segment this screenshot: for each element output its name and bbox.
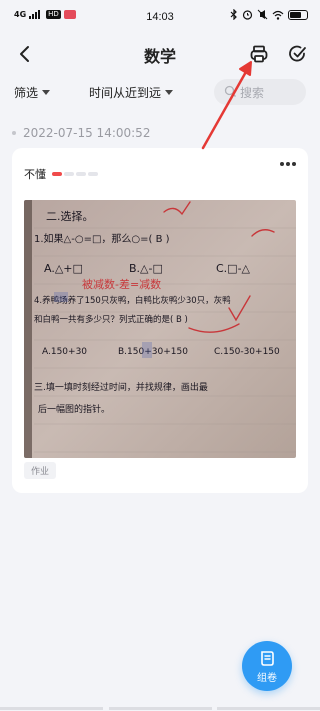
photo-option: A.△+□ bbox=[44, 262, 83, 275]
filter-row: 筛选 时间从近到远 搜索 bbox=[0, 76, 320, 108]
mastery-label: 不懂 bbox=[24, 168, 46, 181]
search-icon bbox=[224, 85, 236, 97]
question-photo[interactable]: 二.选择。 1.如果△-○=□，那么○=( B ) A.△+□ B.△-□ C.… bbox=[24, 200, 296, 458]
mute-icon bbox=[257, 9, 268, 20]
wifi-icon bbox=[272, 10, 284, 20]
search-placeholder: 搜索 bbox=[240, 85, 265, 100]
entry-tag[interactable]: 作业 bbox=[24, 462, 57, 479]
photo-line: 三.填一填时刻经过时间，并找规律，画出最 bbox=[34, 381, 208, 393]
photo-option: C.150-30+150 bbox=[214, 347, 280, 357]
timeline-dot bbox=[12, 131, 16, 135]
more-options-button[interactable] bbox=[280, 162, 296, 166]
filter-dropdown[interactable]: 筛选 bbox=[14, 84, 51, 101]
print-button[interactable] bbox=[245, 40, 273, 68]
sort-dropdown[interactable]: 时间从近到远 bbox=[89, 84, 174, 101]
photo-option: C.□-△ bbox=[216, 262, 251, 275]
bottom-indicator bbox=[0, 707, 320, 710]
check-circle-icon bbox=[289, 45, 306, 62]
compose-paper-label: 组卷 bbox=[257, 672, 277, 684]
filter-label: 筛选 bbox=[14, 86, 39, 100]
mistake-card[interactable]: 不懂 二.选择。 1.如果△-○=□，那么○=(B) A.△+□ B.△-□… bbox=[12, 148, 308, 493]
search-input[interactable]: 搜索 bbox=[214, 79, 306, 105]
alarm-icon bbox=[242, 10, 253, 20]
more-dot bbox=[286, 162, 290, 166]
indicator-segment bbox=[108, 707, 212, 710]
status-bar: 4G HD 14:03 bbox=[0, 0, 320, 34]
photo-line: 二.选择。 bbox=[46, 209, 94, 223]
photo-line: 1.如果△-○=□，那么○=( B ) bbox=[34, 232, 170, 245]
caret-down-icon bbox=[42, 90, 51, 95]
indicator-segment bbox=[0, 707, 103, 710]
mastery-level-bar bbox=[52, 172, 98, 176]
printer-icon bbox=[250, 45, 268, 63]
level-segment bbox=[88, 172, 98, 176]
more-dot bbox=[292, 162, 296, 166]
battery-icon bbox=[288, 9, 308, 20]
notebook-photo: 二.选择。 1.如果△-○=□，那么○=( B ) A.△+□ B.△-□ C.… bbox=[24, 200, 296, 458]
compose-paper-button[interactable]: 组卷 bbox=[242, 641, 292, 691]
photo-line: 和白鸭一共有多少只？列式正确的是( B ) bbox=[34, 314, 188, 325]
photo-option: A.150+30 bbox=[42, 347, 87, 357]
status-right bbox=[230, 9, 308, 20]
indicator-segment bbox=[217, 707, 320, 710]
bluetooth-icon bbox=[230, 9, 237, 20]
entry-timestamp: 2022-07-15 14:00:52 bbox=[23, 126, 151, 140]
teacher-red-note: 被减数-差=减数 bbox=[82, 277, 161, 291]
photo-option: B.150+30+150 bbox=[118, 347, 188, 357]
photo-line: 后一幅图的指针。 bbox=[38, 403, 110, 415]
level-segment bbox=[64, 172, 74, 176]
more-dot bbox=[280, 162, 284, 166]
select-button[interactable] bbox=[284, 40, 312, 68]
timestamp-row: 2022-07-15 14:00:52 bbox=[12, 126, 150, 140]
photo-option: B.△-□ bbox=[129, 262, 163, 275]
header: 数学 bbox=[0, 34, 320, 74]
scroll-icon bbox=[261, 650, 274, 666]
mastery-row: 不懂 bbox=[24, 166, 98, 182]
level-segment bbox=[52, 172, 62, 176]
level-segment bbox=[76, 172, 86, 176]
sort-label: 时间从近到远 bbox=[89, 86, 162, 100]
caret-down-icon bbox=[165, 90, 174, 95]
